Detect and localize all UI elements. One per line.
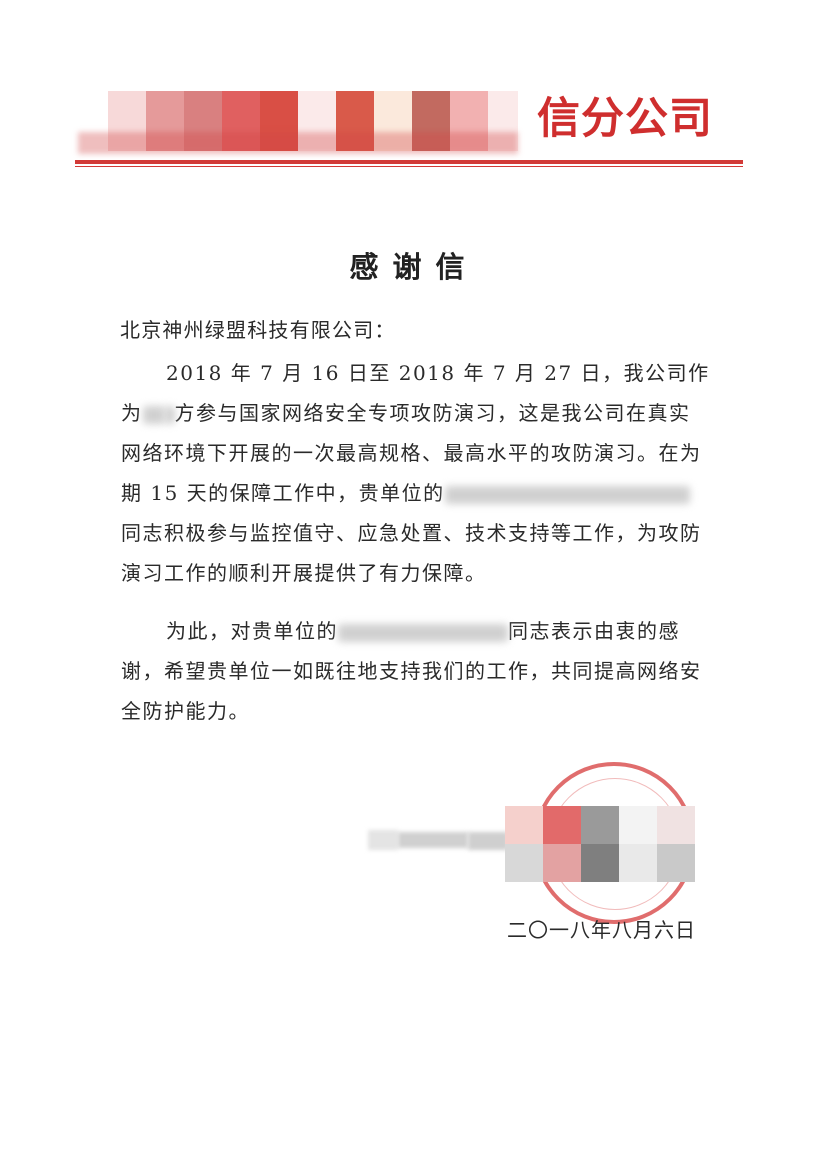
recipient-line: 北京神州绿盟科技有限公司： — [120, 318, 396, 342]
letterhead-redacted-strip — [78, 132, 518, 154]
signature-redacted-mosaic — [368, 818, 508, 850]
paragraph-main: 2018 年 7 月 16 日至 2018 年 7 月 27 日，我公司作为 方参… — [121, 353, 711, 593]
paragraph-thanks: 为此，对贵单位的 同志表示由衷的感谢，希望贵单位一如既往地支持我们的工作，共同提高… — [121, 611, 711, 731]
redacted-text — [142, 405, 165, 424]
letterhead-company-name: 信分公司 — [537, 94, 713, 144]
paragraph-text: 同志积极参与监控值守、应急处置、技术支持等工作，为攻防演习工作的顺利开展提供了有… — [121, 521, 702, 585]
letterhead-rule — [75, 160, 743, 164]
paragraph-text: 为此，对贵单位的 — [166, 619, 338, 643]
seal-redacted-mosaic — [505, 806, 695, 844]
redacted-text — [164, 405, 175, 424]
letter-date: 二〇一八年八月六日 — [507, 918, 696, 942]
redacted-text — [444, 485, 690, 504]
letter-title: 感谢信 — [349, 250, 479, 284]
letter-page: 信分公司 感谢信 北京神州绿盟科技有限公司： 2018 年 7 月 16 日至 … — [0, 0, 828, 1169]
redacted-text — [338, 623, 508, 642]
seal-redacted-mosaic-row2 — [505, 844, 695, 882]
letterhead-rule-thin — [75, 166, 743, 167]
